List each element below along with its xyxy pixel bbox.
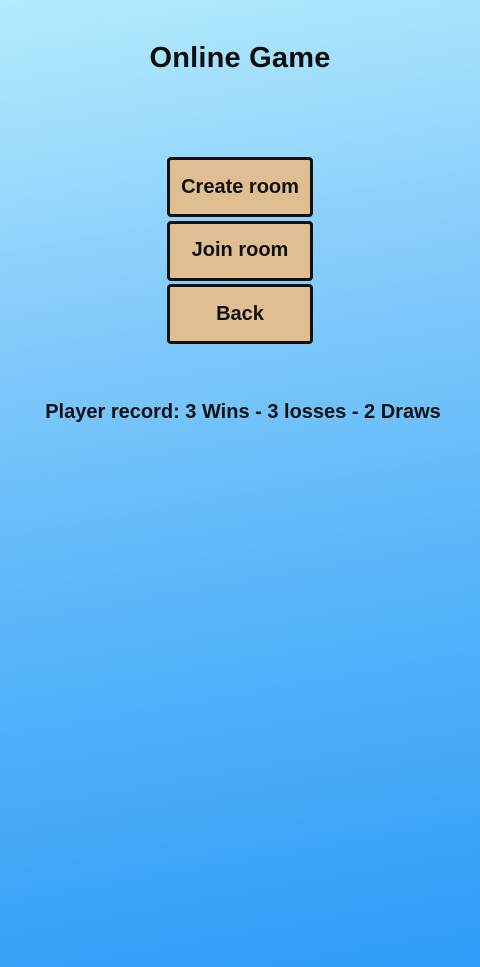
online-game-screen: Online Game Create room Join room Back P…: [0, 0, 480, 967]
join-room-button[interactable]: Join room: [167, 220, 313, 281]
menu-buttons: Create room Join room Back: [167, 157, 313, 348]
page-title: Online Game: [149, 42, 331, 74]
create-room-button[interactable]: Create room: [167, 157, 313, 217]
player-record-text: Player record: 3 Wins - 3 losses - 2 Dra…: [45, 401, 441, 423]
back-button[interactable]: Back: [167, 284, 313, 344]
